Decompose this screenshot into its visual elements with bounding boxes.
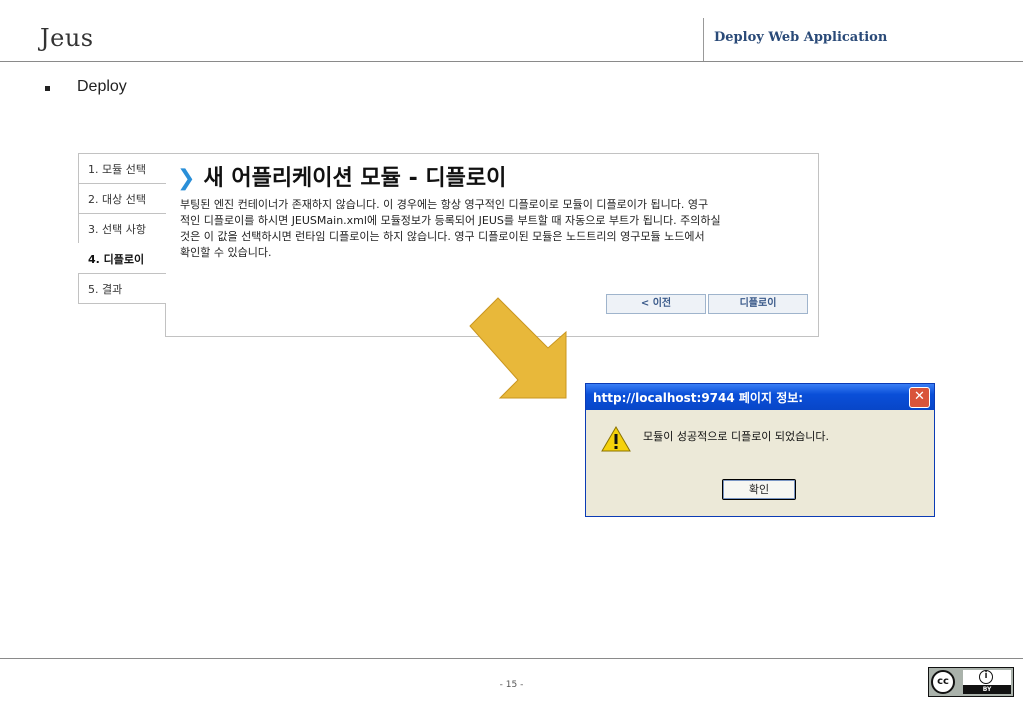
wizard-step-deploy[interactable]: 4. 디플로이 bbox=[78, 243, 166, 274]
ok-button[interactable]: 확인 bbox=[722, 479, 796, 500]
wizard-step-module-select[interactable]: 1. 모듈 선택 bbox=[78, 153, 166, 184]
dialog-titlebar[interactable]: http://localhost:9744 페이지 정보: ✕ bbox=[586, 384, 934, 410]
attribution-box: i BY bbox=[963, 670, 1011, 694]
bullet-marker bbox=[45, 86, 50, 91]
footer-rule bbox=[0, 658, 1023, 659]
person-icon: i bbox=[979, 670, 993, 684]
by-label: BY bbox=[963, 685, 1011, 694]
cc-icon: cc bbox=[931, 670, 955, 694]
section-title: Deploy Web Application bbox=[714, 30, 888, 45]
description-line: 적인 디플로이를 하시면 JEUSMain.xml에 모듈정보가 등록되어 JE… bbox=[180, 214, 721, 227]
wizard-title-text: 새 어플리케이션 모듈 - 디플로이 bbox=[203, 166, 507, 191]
document-title: Jeus bbox=[40, 24, 94, 52]
description-line: 것은 이 값을 선택하시면 런타임 디플로이는 하지 않습니다. 영구 디플로이… bbox=[180, 230, 705, 243]
dialog-message: 모듈이 성공적으로 디플로이 되었습니다. bbox=[643, 430, 830, 443]
previous-button[interactable]: < 이전 bbox=[606, 294, 706, 314]
wizard-step-result[interactable]: 5. 결과 bbox=[78, 273, 166, 304]
cc-license-badge: cc i BY bbox=[928, 667, 1014, 697]
page-number: - 15 - bbox=[499, 680, 524, 690]
wizard-step-options[interactable]: 3. 선택 사항 bbox=[78, 213, 166, 244]
wizard-title: ❯ 새 어플리케이션 모듈 - 디플로이 bbox=[177, 160, 506, 192]
description-line: 확인할 수 있습니다. bbox=[180, 246, 272, 259]
wizard-step-target-select[interactable]: 2. 대상 선택 bbox=[78, 183, 166, 214]
header-divider bbox=[703, 18, 704, 61]
header-rule bbox=[0, 61, 1023, 62]
deploy-button[interactable]: 디플로이 bbox=[708, 294, 808, 314]
dialog-title: http://localhost:9744 페이지 정보: bbox=[593, 390, 804, 405]
chevron-right-icon: ❯ bbox=[177, 166, 196, 191]
description-line: 부팅된 엔진 컨테이너가 존재하지 않습니다. 이 경우에는 항상 영구적인 디… bbox=[180, 198, 709, 211]
warning-icon bbox=[601, 426, 631, 452]
bullet-text: Deploy bbox=[77, 78, 127, 95]
wizard-description: 부팅된 엔진 컨테이너가 존재하지 않습니다. 이 경우에는 항상 영구적인 디… bbox=[180, 197, 810, 261]
close-icon[interactable]: ✕ bbox=[909, 387, 930, 408]
wizard-steps: 1. 모듈 선택 2. 대상 선택 3. 선택 사항 4. 디플로이 5. 결과 bbox=[78, 153, 166, 304]
arrow-down-right-icon bbox=[469, 297, 567, 399]
